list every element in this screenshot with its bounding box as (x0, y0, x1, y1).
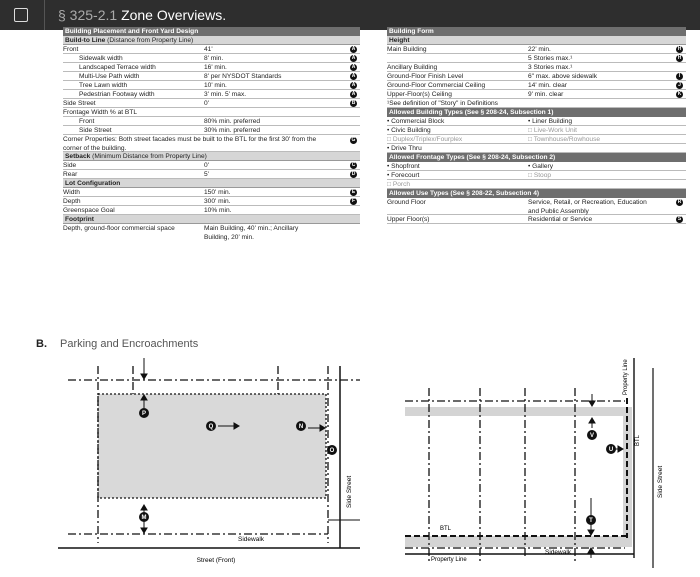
marker-v: V (590, 433, 594, 439)
marker-badge: E (350, 189, 357, 196)
table-row: Width 150' min. E (63, 188, 360, 197)
table-row: • Civic Building □ Live-Work Unit (387, 126, 686, 135)
table-heading: Allowed Frontage Types (See § 208-24, Su… (387, 153, 686, 162)
marker-badge: K (676, 91, 683, 98)
marker-badge: A (350, 73, 357, 80)
sidewalk-label: Sidewalk (545, 549, 572, 556)
table-row: Upper-Floor(s) Ceiling 9' min. clear K (387, 90, 686, 99)
table-row: Side Street 30% min. preferred (63, 126, 360, 135)
marker-badge: A (350, 64, 357, 71)
marker-badge: H (676, 55, 683, 62)
section-number: § 325-2.1 (58, 7, 118, 23)
table-row: Depth 300' min. F (63, 197, 360, 206)
table-row: • Commercial Block • Liner Building (387, 117, 686, 126)
table-row: Ancillary Building 3 Stories max.¹ (387, 63, 686, 72)
table-row: Depth, ground-floor commercial space Main… (63, 225, 299, 241)
section-b-heading: B. Parking and Encroachments (36, 338, 198, 350)
subheading: Footprint (63, 215, 360, 224)
marker-badge: A (350, 82, 357, 89)
marker-badge: A (350, 46, 357, 53)
page-title: § 325-2.1 Zone Overviews. (58, 7, 226, 23)
table-row: Front 41' A (63, 45, 360, 54)
table-row: Frontage Width % at BTL (63, 108, 360, 117)
footnote: ¹See definition of "Story" in Definition… (387, 99, 686, 108)
subheading: Build-to Line (Distance from Property Li… (63, 36, 360, 45)
section-letter: B. (36, 338, 47, 350)
table-row: Ground Floor Service, Retail, or Recreati… (387, 198, 686, 215)
table-row: Side 0' C (63, 161, 360, 170)
side-street-label: Side Street (657, 466, 664, 498)
marker-badge: F (350, 198, 357, 205)
table-row: Rear 5' D (63, 170, 360, 179)
select-checkbox[interactable] (14, 8, 28, 22)
marker-badge: G (350, 137, 357, 144)
table-heading: Building Placement and Front Yard Design (63, 27, 360, 36)
table-row: • Forecourt □ Stoop (387, 171, 686, 180)
table-row: Ground-Floor Finish Level 6" max. above s… (387, 72, 686, 81)
table-row: Landscaped Terrace width 16' min. A (63, 63, 360, 72)
btl-label-side: BTL (635, 434, 641, 446)
marker-m: M (142, 515, 147, 521)
table-row: Pedestrian Footway width 3' min. 5' max. A (63, 90, 360, 99)
table-row: Upper Floor(s) Residential or Service S (387, 215, 686, 224)
table-row: Greenspace Goal 10% min. (63, 206, 360, 215)
street-front-label: Street (Front) (197, 557, 236, 564)
table-row: 5 Stories max.¹ H (387, 54, 686, 63)
section-title: Parking and Encroachments (60, 338, 199, 350)
btl-band-bottom (405, 536, 632, 547)
parking-area (98, 394, 326, 498)
subheading: Lot Configuration (63, 179, 360, 188)
marker-badge: C (350, 162, 357, 169)
form-table: Building Form Height Main Building 22' mi… (387, 27, 686, 224)
table-row: □ Porch (387, 180, 686, 189)
marker-o: O (330, 448, 335, 454)
top-bar: § 325-2.1 Zone Overviews. (0, 0, 700, 30)
marker-t: T (589, 518, 593, 524)
property-line-label-top: Property Line (623, 359, 629, 395)
table-row: Front 80% min. preferred (63, 117, 360, 126)
btl-label-bottom: BTL (440, 526, 452, 532)
table-row: Main Building 22' min. H (387, 45, 686, 54)
table-row: Tree Lawn width 10' min. A (63, 81, 360, 90)
table-row: Sidewalk width 8' min. A (63, 54, 360, 63)
table-heading: Allowed Building Types (See § 208-24, Su… (387, 108, 686, 117)
marker-badge: I (676, 73, 683, 80)
sidewalk-label: Sidewalk (238, 536, 265, 543)
table-row: • Shopfront • Gallery (387, 162, 686, 171)
marker-badge: A (350, 55, 357, 62)
document-page: Building Placement and Front Yard Design… (0, 27, 700, 330)
subheading: Setback (Minimum Distance from Property … (63, 152, 360, 161)
property-line-label-bottom: Property Line (431, 557, 467, 563)
table-row: □ Duplex/Triplex/Fourplex □ Townhouse/Row… (387, 135, 686, 144)
table-heading: Allowed Use Types (See § 208-22, Subsect… (387, 189, 686, 198)
subheading: Height (387, 36, 686, 45)
marker-badge: D (350, 171, 357, 178)
marker-badge: B (350, 100, 357, 107)
marker-badge: S (676, 216, 683, 223)
placement-table: Building Placement and Front Yard Design… (63, 27, 360, 241)
table-row: Corner Properties: Both street facades m… (63, 135, 360, 152)
marker-p: P (142, 411, 146, 417)
marker-q: Q (209, 424, 214, 430)
marker-badge: H (676, 46, 683, 53)
marker-u: U (609, 447, 613, 453)
section-title: Zone Overviews. (121, 7, 227, 23)
marker-n: N (299, 424, 303, 430)
table-row: • Drive Thru (387, 144, 686, 153)
btl-band-top (405, 407, 630, 416)
marker-badge: A (350, 91, 357, 98)
table-row: Multi-Use Path width 8' per NYSDOT Standa… (63, 72, 360, 81)
table-heading: Building Form (387, 27, 686, 36)
marker-badge: J (676, 82, 683, 89)
parking-diagram-left: P Q N O M Sidewalk Street (Front) Side S… (58, 358, 360, 574)
divider (44, 0, 45, 30)
parking-diagram-right: V U T Property Line BTL Side Street BTL … (385, 358, 695, 574)
table-row: Ground-Floor Commercial Ceiling 14' min. … (387, 81, 686, 90)
side-street-label: Side Street (346, 476, 353, 508)
table-row: Side Street 0' B (63, 99, 360, 108)
marker-badge: R (676, 199, 683, 206)
